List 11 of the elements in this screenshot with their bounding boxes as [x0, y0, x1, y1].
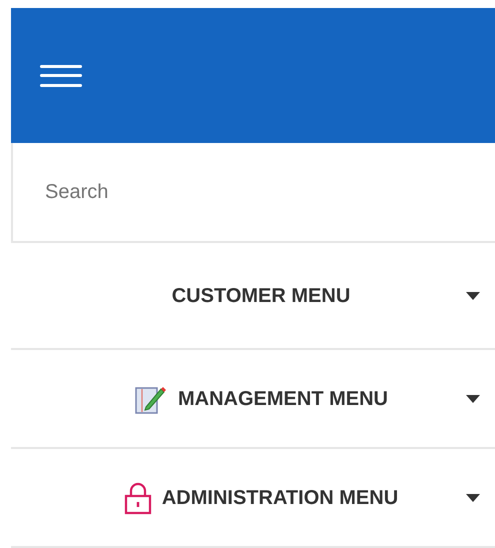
menu-label: CUSTOMER MENU	[172, 284, 350, 308]
caret-icon	[466, 292, 480, 300]
menu-label: ADMINISTRATION MENU	[162, 486, 398, 510]
menu-label: MANAGEMENT MENU	[178, 386, 388, 412]
search-field[interactable]: Search	[11, 143, 495, 243]
padlock-icon	[124, 480, 152, 514]
caret-icon	[466, 494, 480, 502]
menu-item[interactable]: ADMINISTRATION MENU	[11, 449, 495, 548]
menu-item[interactable]: MANAGEMENT MENU	[11, 350, 495, 449]
menu-item[interactable]: CUSTOMER MENU	[11, 243, 495, 350]
caret-icon	[466, 394, 480, 402]
